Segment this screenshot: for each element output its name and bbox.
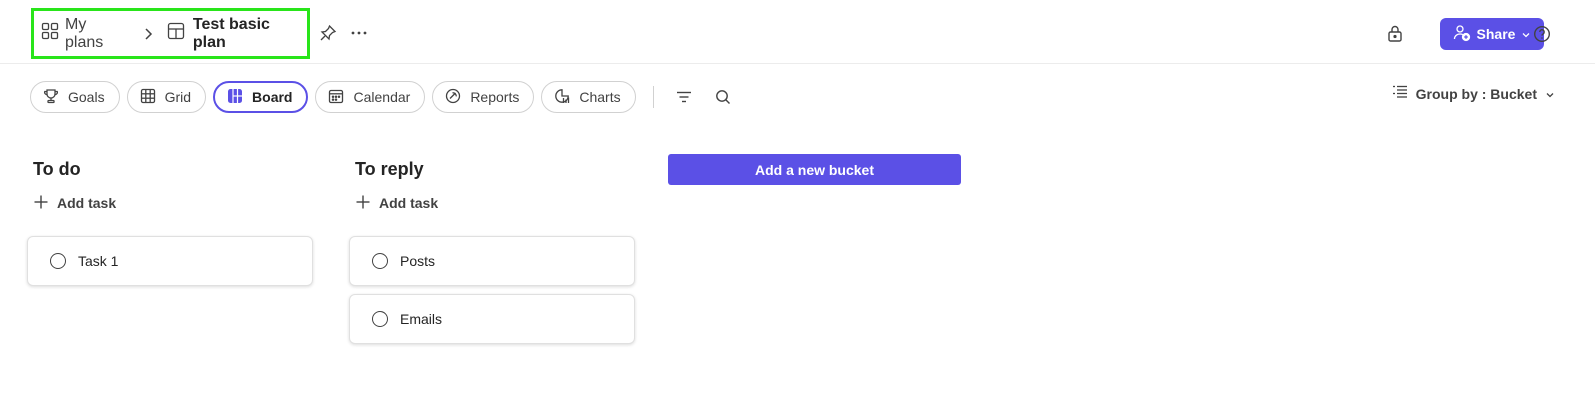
breadcrumb: My plans Test basic plan bbox=[31, 8, 310, 59]
help-icon[interactable] bbox=[1529, 21, 1555, 47]
tab-charts-label: Charts bbox=[579, 89, 621, 105]
filter-icon[interactable] bbox=[671, 84, 697, 110]
breadcrumb-current-plan[interactable]: Test basic plan bbox=[167, 16, 307, 52]
task-title: Emails bbox=[400, 311, 443, 327]
add-task-button[interactable]: Add task bbox=[355, 190, 635, 216]
add-task-label: Add task bbox=[379, 195, 439, 211]
tab-board[interactable]: Board bbox=[213, 81, 309, 113]
task-list: Posts Emails bbox=[349, 236, 635, 344]
bucket-title: To do bbox=[33, 159, 81, 179]
tab-charts[interactable]: Charts bbox=[541, 81, 636, 113]
task-card[interactable]: Emails bbox=[349, 294, 635, 344]
lock-icon[interactable] bbox=[1382, 21, 1408, 47]
tab-goals[interactable]: Goals bbox=[30, 81, 120, 113]
complete-task-checkbox[interactable] bbox=[372, 253, 388, 269]
add-task-button[interactable]: Add task bbox=[33, 190, 313, 216]
tab-board-label: Board bbox=[252, 89, 293, 105]
reports-icon bbox=[445, 88, 461, 107]
tab-reports-label: Reports bbox=[470, 89, 520, 105]
bucket-to-reply: To reply Add task Posts Emails bbox=[349, 154, 635, 344]
charts-icon bbox=[554, 88, 570, 107]
add-task-label: Add task bbox=[57, 195, 117, 211]
group-by-label: Group by : Bucket bbox=[1415, 85, 1537, 102]
group-by-dropdown[interactable]: Group by : Bucket bbox=[1392, 85, 1555, 102]
breadcrumb-my-plans[interactable]: My plans bbox=[41, 16, 129, 52]
tab-calendar-label: Calendar bbox=[353, 89, 411, 105]
task-card[interactable]: Posts bbox=[349, 236, 635, 286]
plan-title: Test basic plan bbox=[192, 15, 270, 51]
bucket-title: To reply bbox=[355, 159, 424, 179]
complete-task-checkbox[interactable] bbox=[372, 311, 388, 327]
pin-icon[interactable] bbox=[315, 20, 341, 46]
tab-grid[interactable]: Grid bbox=[126, 81, 207, 113]
task-title: Task 1 bbox=[78, 253, 119, 269]
complete-task-checkbox[interactable] bbox=[50, 253, 66, 269]
tab-calendar[interactable]: Calendar bbox=[315, 81, 426, 113]
share-label: Share bbox=[1476, 26, 1516, 42]
add-bucket-button[interactable]: Add a new bucket bbox=[668, 154, 961, 185]
tab-reports[interactable]: Reports bbox=[432, 81, 535, 113]
breadcrumb-root-label: My plans bbox=[65, 15, 104, 51]
top-bar: My plans Test basic plan Share bbox=[0, 0, 1595, 64]
task-card[interactable]: Task 1 bbox=[27, 236, 313, 286]
tab-grid-label: Grid bbox=[164, 89, 192, 105]
board-icon bbox=[227, 88, 243, 107]
grid-apps-icon bbox=[41, 22, 59, 45]
table-icon bbox=[140, 88, 156, 107]
task-list: Task 1 bbox=[27, 236, 313, 286]
task-title: Posts bbox=[400, 253, 436, 269]
tab-goals-label: Goals bbox=[68, 89, 105, 105]
calendar-icon bbox=[328, 88, 344, 107]
trophy-icon bbox=[43, 88, 59, 107]
chevron-right-icon bbox=[143, 27, 153, 41]
more-options-icon[interactable] bbox=[346, 20, 372, 46]
bucket-to-do: To do Add task Task 1 bbox=[27, 154, 313, 286]
chevron-down-icon bbox=[1545, 86, 1555, 102]
search-icon[interactable] bbox=[710, 84, 736, 110]
board-layout-icon bbox=[167, 22, 185, 45]
plus-icon bbox=[33, 194, 49, 213]
plus-icon bbox=[355, 194, 371, 213]
view-tabs: Goals Grid Board Calendar Reports Charts bbox=[30, 81, 736, 113]
add-person-icon bbox=[1453, 24, 1471, 45]
list-icon bbox=[1392, 85, 1408, 102]
toolbar-divider bbox=[652, 86, 654, 108]
